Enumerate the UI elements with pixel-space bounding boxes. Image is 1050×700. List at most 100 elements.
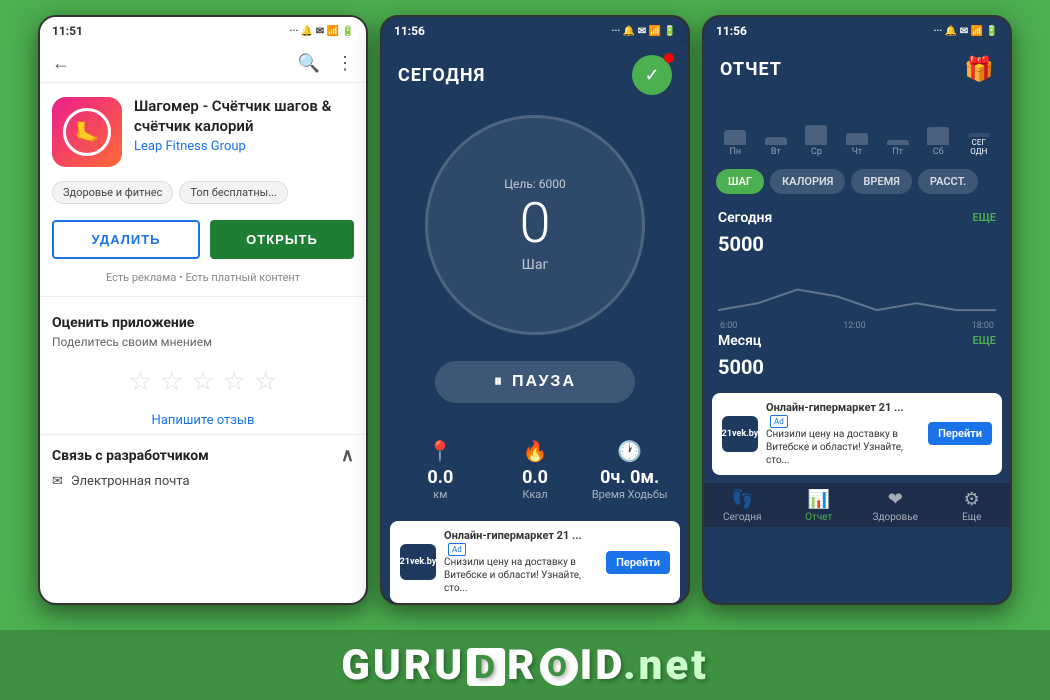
star-1[interactable]: ☆ xyxy=(129,367,152,397)
star-4[interactable]: ☆ xyxy=(223,367,246,397)
nav-more-3[interactable]: ⚙ Еще xyxy=(934,489,1011,523)
email-row: ✉ Электронная почта xyxy=(52,466,354,497)
stat-time-unit: Время Ходьбы xyxy=(592,488,668,501)
app-developer[interactable]: Leap Fitness Group xyxy=(134,139,354,154)
star-2[interactable]: ☆ xyxy=(160,367,183,397)
notification-dot xyxy=(664,53,674,63)
filter-tabs: ШАГ КАЛОРИЯ ВРЕМЯ РАССТ. xyxy=(704,161,1010,202)
today-more[interactable]: ЕЩЕ xyxy=(972,211,996,224)
ad-button-2[interactable]: Перейти xyxy=(606,551,670,574)
divider-1 xyxy=(40,296,366,297)
today-section-title: Сегодня xyxy=(718,210,772,226)
border-decoration-bl xyxy=(0,80,40,120)
goal-label: Цель: 6000 xyxy=(504,177,565,191)
nav-health-icon-3: ❤ xyxy=(888,489,903,510)
ad-logo-3: 21vek.by xyxy=(722,416,758,452)
circle-container: Цель: 6000 0 Шаг xyxy=(382,115,688,335)
ad-desc-3: Снизили цену на доставку в Витебске и об… xyxy=(766,429,903,466)
report-header: ОТЧЕТ 🎁 xyxy=(704,45,1010,93)
pause-button[interactable]: ⏸ ПАУЗА xyxy=(435,361,635,403)
ad-badge-2: Ad xyxy=(448,543,466,556)
filter-step[interactable]: ШАГ xyxy=(716,169,764,194)
ad-title-3: Онлайн-гипермаркет 21 ... xyxy=(766,401,904,414)
filter-time[interactable]: ВРЕМЯ xyxy=(851,169,912,194)
logo-text: GURUDROID.net xyxy=(341,641,708,690)
star-5[interactable]: ☆ xyxy=(254,367,277,397)
check-button[interactable]: ✓ xyxy=(632,55,672,95)
step-screen: СЕГОДНЯ ✓ Цель: 6000 0 Шаг ⏸ ПАУЗА xyxy=(382,45,688,603)
today-header: СЕГОДНЯ ✓ xyxy=(382,45,688,105)
status-time-2: 11:56 xyxy=(394,24,425,38)
day-wed-label: Ср xyxy=(811,147,822,157)
week-bar: Пн Вт Ср Чт Пт xyxy=(704,93,1010,161)
delete-button[interactable]: УДАЛИТЬ xyxy=(52,220,200,259)
month-more[interactable]: ЕЩЕ xyxy=(972,334,996,347)
open-button[interactable]: ОТКРЫТЬ xyxy=(210,220,354,259)
chart-labels: 6:00 12:00 18:00 xyxy=(718,321,996,331)
ad-banner-3: 21vek.by Онлайн-гипермаркет 21 ... Ad Сн… xyxy=(712,393,1002,475)
nav-report-icon-3: 📊 xyxy=(808,489,830,510)
stat-distance-unit: км xyxy=(433,488,447,501)
app-name: Шагомер - Счётчик шагов & счётчик калори… xyxy=(134,97,354,136)
developer-section: Связь с разработчиком ∧ ✉ Электронная по… xyxy=(40,434,366,507)
filter-calorie[interactable]: КАЛОРИЯ xyxy=(770,169,845,194)
nav-more-label-3: Еще xyxy=(962,512,981,523)
day-tue: Вт xyxy=(757,105,796,157)
nav-report-3[interactable]: 📊 Отчет xyxy=(781,489,858,523)
nav-today-3[interactable]: 👣 Сегодня xyxy=(704,489,781,523)
write-review-link[interactable]: Напишите отзыв xyxy=(40,407,366,434)
nav-today-icon-3: 👣 xyxy=(731,489,753,510)
day-thu: Чт xyxy=(838,105,877,157)
month-section-header: Месяц ЕЩЕ xyxy=(718,333,996,349)
nav-health-label-3: Здоровье xyxy=(873,512,918,523)
phone-report: 11:56 ··· 🔔 ✉ 📶 🔋 ОТЧЕТ 🎁 Пн Вт xyxy=(702,15,1012,605)
chart-time-1: 6:00 xyxy=(720,321,737,331)
filter-dist[interactable]: РАССТ. xyxy=(918,169,978,194)
status-bar-1: 11:51 ··· 🔔 ✉ 📶 🔋 xyxy=(40,17,366,45)
ad-text-3: Онлайн-гипермаркет 21 ... Ad Снизили цен… xyxy=(766,401,920,467)
back-icon[interactable]: ← xyxy=(52,53,70,74)
nav-health-3[interactable]: ❤ Здоровье xyxy=(857,489,934,523)
rate-title: Оценить приложение xyxy=(40,305,366,335)
pause-container: ⏸ ПАУЗА xyxy=(382,345,688,419)
stat-distance-value: 0.0 xyxy=(427,467,453,488)
stat-calories-unit: Ккал xyxy=(522,488,547,501)
location-icon: 📍 xyxy=(428,439,453,463)
today-section-header: Сегодня ЕЩЕ xyxy=(718,210,996,226)
status-time-3: 11:56 xyxy=(716,24,747,38)
month-value: 5000 xyxy=(718,353,996,381)
app-icon: 🦶 xyxy=(52,97,122,167)
stat-time: 🕐 0ч. 0м. Время Ходьбы xyxy=(587,439,672,501)
developer-header: Связь с разработчиком ∧ xyxy=(52,445,354,466)
month-section-title: Месяц xyxy=(718,333,761,349)
phone-playstore: 11:51 ··· 🔔 ✉ 📶 🔋 ← 🔍 ⋮ 🦶 xyxy=(38,15,368,605)
search-icon[interactable]: 🔍 xyxy=(298,53,320,74)
day-sat: Сб xyxy=(919,105,958,157)
ad-button-3[interactable]: Перейти xyxy=(928,422,992,445)
star-3[interactable]: ☆ xyxy=(191,367,214,397)
today-chart: 6:00 12:00 18:00 xyxy=(718,262,996,317)
developer-expand-icon[interactable]: ∧ xyxy=(341,445,354,466)
status-icons-2: ··· 🔔 ✉ 📶 🔋 xyxy=(612,26,676,37)
stat-time-value: 0ч. 0м. xyxy=(600,467,659,488)
ads-notice: Есть реклама • Есть платный контент xyxy=(40,267,366,288)
tag-top[interactable]: Топ бесплатны... xyxy=(179,181,288,204)
day-thu-label: Чт xyxy=(852,147,863,157)
email-icon: ✉ xyxy=(52,474,63,489)
play-header-left: ← xyxy=(52,53,70,74)
day-mon-label: Пн xyxy=(729,147,741,157)
pause-label: ПАУЗА xyxy=(512,373,576,391)
ad-title-2: Онлайн-гипермаркет 21 ... xyxy=(444,529,582,542)
day-tue-label: Вт xyxy=(771,147,781,157)
report-title: ОТЧЕТ xyxy=(720,59,782,80)
day-mon: Пн xyxy=(716,105,755,157)
month-section: Месяц ЕЩЕ 5000 xyxy=(704,325,1010,385)
logo-bar: GURUDROID.net xyxy=(0,630,1050,700)
tag-health[interactable]: Здоровье и фитнес xyxy=(52,181,173,204)
phone-today: 11:56 ··· 🔔 ✉ 📶 🔋 СЕГОДНЯ ✓ Цель: 6000 0… xyxy=(380,15,690,605)
bottom-nav-3: 👣 Сегодня 📊 Отчет ❤ Здоровье ⚙ Еще xyxy=(704,483,1010,527)
gift-icon[interactable]: 🎁 xyxy=(964,55,994,83)
fire-icon: 🔥 xyxy=(523,439,548,463)
more-icon[interactable]: ⋮ xyxy=(336,53,354,74)
status-bar-3: 11:56 ··· 🔔 ✉ 📶 🔋 xyxy=(704,17,1010,45)
